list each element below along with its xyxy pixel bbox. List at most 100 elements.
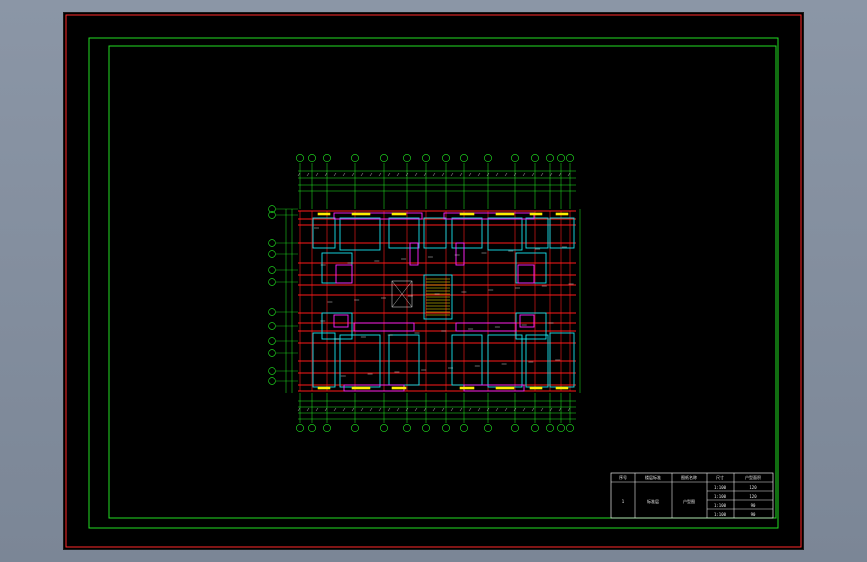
title-header-floor: 楼层标准 — [645, 474, 661, 480]
axis-bubble — [296, 154, 304, 162]
dim-tick — [387, 407, 391, 412]
axis-bubble — [351, 424, 359, 432]
dim-tick — [477, 407, 481, 412]
title-size-1: 1:100 — [714, 485, 727, 490]
title-val-4: 90 — [751, 512, 756, 517]
dim-tick — [441, 407, 445, 412]
title-val-2: 120 — [749, 494, 757, 499]
axis-bubble — [531, 424, 539, 432]
dim-tick — [468, 407, 472, 412]
axis-bubble — [557, 424, 565, 432]
plan-geometry — [268, 154, 581, 432]
axis-bubble — [403, 154, 411, 162]
axis-bubble — [511, 154, 519, 162]
cad-drawing-viewport[interactable]: 序号 楼层标准 图纸名称 尺寸 户型面积 1 标准层 户型图 1:100 120… — [64, 13, 803, 549]
dim-tick — [324, 172, 328, 177]
title-header-name: 图纸名称 — [681, 474, 697, 480]
room-outline — [321, 252, 353, 284]
title-size-3: 1:100 — [714, 503, 727, 508]
dim-tick — [504, 172, 508, 177]
axis-bubble — [308, 154, 316, 162]
room-outline — [451, 334, 483, 386]
axis-bubble — [268, 349, 276, 357]
dim-tick — [441, 172, 445, 177]
axis-bubble — [442, 154, 450, 162]
dim-tick — [333, 407, 337, 412]
axis-bubble — [308, 424, 316, 432]
room-outline — [312, 217, 336, 249]
dim-tick — [531, 172, 535, 177]
room-outline — [515, 252, 547, 284]
dim-tick — [378, 407, 382, 412]
dim-tick — [549, 172, 553, 177]
dim-tick — [432, 172, 436, 177]
partition — [409, 242, 419, 266]
dim-tick — [342, 172, 346, 177]
axis-bubble — [268, 308, 276, 316]
dim-tick — [333, 172, 337, 177]
dim-tick — [504, 407, 508, 412]
dim-tick — [342, 407, 346, 412]
axis-bubble — [268, 337, 276, 345]
room-outline — [423, 217, 447, 249]
axis-bubble — [351, 154, 359, 162]
room-outline — [525, 217, 549, 249]
window — [529, 212, 543, 216]
room-outline — [549, 332, 575, 388]
window — [391, 386, 407, 390]
dim-tick — [531, 407, 535, 412]
axis-bubble — [268, 250, 276, 258]
title-val-1: 120 — [749, 485, 757, 490]
dim-tick — [423, 172, 427, 177]
room-outline — [312, 332, 336, 388]
dim-tick — [315, 172, 319, 177]
title-block: 序号 楼层标准 图纸名称 尺寸 户型面积 1 标准层 户型图 1:100 120… — [610, 472, 774, 519]
room-outline — [388, 334, 420, 386]
window — [529, 386, 543, 390]
dim-tick — [477, 172, 481, 177]
dim-tick — [306, 407, 310, 412]
dim-tick — [378, 172, 382, 177]
axis-bubble — [566, 424, 574, 432]
title-val-3: 90 — [751, 503, 756, 508]
dim-tick — [495, 407, 499, 412]
dim-tick — [360, 172, 364, 177]
dim-tick — [432, 407, 436, 412]
axis-bubble — [511, 424, 519, 432]
dim-tick — [387, 172, 391, 177]
dim-tick — [522, 172, 526, 177]
dim-tick — [360, 407, 364, 412]
dim-tick — [396, 407, 400, 412]
dim-tick — [450, 407, 454, 412]
dim-tick — [351, 407, 355, 412]
title-header-no: 序号 — [619, 474, 627, 480]
dim-tick — [297, 407, 301, 412]
title-cell-name: 户型图 — [683, 498, 695, 504]
room-outline — [388, 217, 420, 249]
axis-bubble — [380, 154, 388, 162]
room-outline — [339, 217, 381, 251]
title-cell-floor: 标准层 — [647, 498, 659, 504]
title-header-area: 户型面积 — [745, 474, 761, 480]
axis-bubble — [460, 424, 468, 432]
window — [495, 212, 515, 216]
window — [351, 386, 371, 390]
dim-tick — [450, 172, 454, 177]
partition — [333, 314, 349, 328]
dim-tick — [414, 172, 418, 177]
axis-bubble — [403, 424, 411, 432]
dim-tick — [423, 407, 427, 412]
dim-tick — [567, 407, 571, 412]
room-outline — [487, 217, 523, 251]
axis-bubble — [484, 424, 492, 432]
window — [317, 386, 331, 390]
dim-tick — [522, 407, 526, 412]
axis-bubble — [268, 322, 276, 330]
axis-bubble — [422, 154, 430, 162]
inner-border-frame — [88, 37, 779, 529]
axis-bubble — [546, 424, 554, 432]
axis-bubble — [323, 154, 331, 162]
dim-tick — [324, 407, 328, 412]
window — [391, 212, 407, 216]
axis-bubble — [380, 424, 388, 432]
